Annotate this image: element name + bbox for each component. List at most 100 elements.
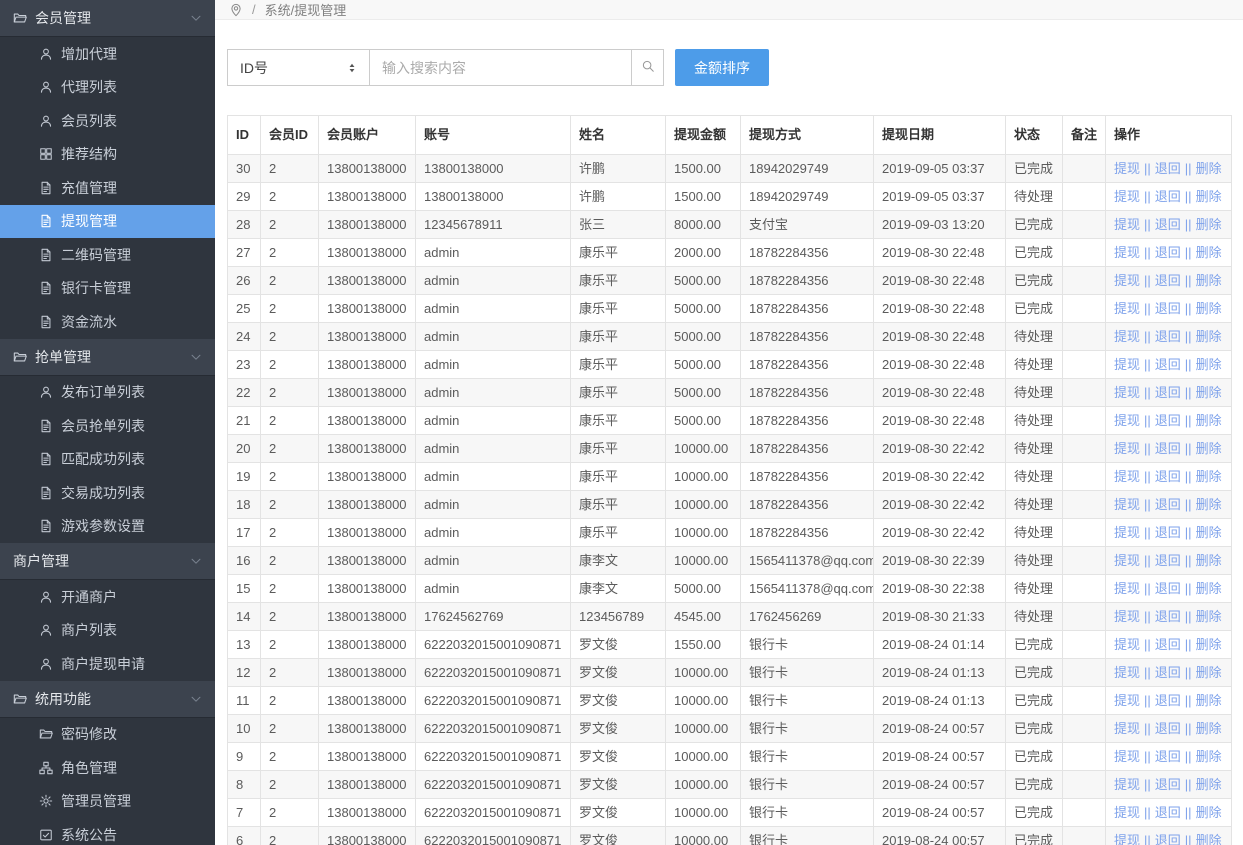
action-delete-link[interactable]: 删除 (1196, 553, 1222, 568)
sidebar-item-member-grab-list[interactable]: 会员抢单列表 (0, 409, 215, 443)
action-return-link[interactable]: 退回 (1155, 357, 1181, 372)
sidebar-item-game-params[interactable]: 游戏参数设置 (0, 510, 215, 544)
sidebar-item-open-merchant[interactable]: 开通商户 (0, 580, 215, 614)
action-delete-link[interactable]: 删除 (1196, 609, 1222, 624)
action-return-link[interactable]: 退回 (1155, 833, 1181, 845)
action-delete-link[interactable]: 删除 (1196, 749, 1222, 764)
action-delete-link[interactable]: 删除 (1196, 273, 1222, 288)
action-return-link[interactable]: 退回 (1155, 245, 1181, 260)
sidebar-section-common-functions[interactable]: 统用功能 (0, 681, 215, 718)
sidebar-item-publish-order-list[interactable]: 发布订单列表 (0, 376, 215, 410)
action-delete-link[interactable]: 删除 (1196, 693, 1222, 708)
sidebar-item-bankcard-mgmt[interactable]: 银行卡管理 (0, 272, 215, 306)
sidebar-item-recharge-mgmt[interactable]: 充值管理 (0, 171, 215, 205)
action-withdraw-link[interactable]: 提现 (1114, 441, 1140, 456)
action-return-link[interactable]: 退回 (1155, 553, 1181, 568)
action-withdraw-link[interactable]: 提现 (1114, 749, 1140, 764)
action-withdraw-link[interactable]: 提现 (1114, 329, 1140, 344)
action-withdraw-link[interactable]: 提现 (1114, 385, 1140, 400)
action-delete-link[interactable]: 删除 (1196, 301, 1222, 316)
action-withdraw-link[interactable]: 提现 (1114, 497, 1140, 512)
sidebar-item-fund-flow[interactable]: 资金流水 (0, 305, 215, 339)
action-delete-link[interactable]: 删除 (1196, 385, 1222, 400)
action-return-link[interactable]: 退回 (1155, 693, 1181, 708)
action-return-link[interactable]: 退回 (1155, 189, 1181, 204)
action-return-link[interactable]: 退回 (1155, 273, 1181, 288)
action-delete-link[interactable]: 删除 (1196, 525, 1222, 540)
sidebar-section-merchant-mgmt[interactable]: 商户管理 (0, 543, 215, 580)
action-withdraw-link[interactable]: 提现 (1114, 581, 1140, 596)
action-withdraw-link[interactable]: 提现 (1114, 805, 1140, 820)
sidebar-item-add-agent[interactable]: 增加代理 (0, 37, 215, 71)
action-delete-link[interactable]: 删除 (1196, 805, 1222, 820)
sidebar-section-member-mgmt[interactable]: 会员管理 (0, 0, 215, 37)
sidebar-item-referral-structure[interactable]: 推荐结构 (0, 138, 215, 172)
action-return-link[interactable]: 退回 (1155, 469, 1181, 484)
action-delete-link[interactable]: 删除 (1196, 161, 1222, 176)
action-withdraw-link[interactable]: 提现 (1114, 161, 1140, 176)
action-withdraw-link[interactable]: 提现 (1114, 721, 1140, 736)
action-return-link[interactable]: 退回 (1155, 721, 1181, 736)
action-withdraw-link[interactable]: 提现 (1114, 189, 1140, 204)
action-withdraw-link[interactable]: 提现 (1114, 469, 1140, 484)
sidebar-item-trade-success-list[interactable]: 交易成功列表 (0, 476, 215, 510)
action-withdraw-link[interactable]: 提现 (1114, 665, 1140, 680)
action-withdraw-link[interactable]: 提现 (1114, 553, 1140, 568)
action-return-link[interactable]: 退回 (1155, 665, 1181, 680)
action-withdraw-link[interactable]: 提现 (1114, 217, 1140, 232)
action-return-link[interactable]: 退回 (1155, 217, 1181, 232)
action-return-link[interactable]: 退回 (1155, 497, 1181, 512)
sidebar-item-match-success-list[interactable]: 匹配成功列表 (0, 443, 215, 477)
action-withdraw-link[interactable]: 提现 (1114, 301, 1140, 316)
sidebar-item-system-notice[interactable]: 系统公告 (0, 818, 215, 845)
search-button[interactable] (632, 49, 664, 86)
sidebar-item-role-mgmt[interactable]: 角色管理 (0, 751, 215, 785)
action-return-link[interactable]: 退回 (1155, 301, 1181, 316)
action-delete-link[interactable]: 删除 (1196, 329, 1222, 344)
action-withdraw-link[interactable]: 提现 (1114, 525, 1140, 540)
action-return-link[interactable]: 退回 (1155, 805, 1181, 820)
action-withdraw-link[interactable]: 提现 (1114, 245, 1140, 260)
action-withdraw-link[interactable]: 提现 (1114, 777, 1140, 792)
action-delete-link[interactable]: 删除 (1196, 357, 1222, 372)
action-delete-link[interactable]: 删除 (1196, 217, 1222, 232)
action-delete-link[interactable]: 删除 (1196, 413, 1222, 428)
action-return-link[interactable]: 退回 (1155, 329, 1181, 344)
search-input[interactable] (370, 49, 632, 86)
sidebar-item-member-list[interactable]: 会员列表 (0, 104, 215, 138)
action-delete-link[interactable]: 删除 (1196, 777, 1222, 792)
action-return-link[interactable]: 退回 (1155, 581, 1181, 596)
action-delete-link[interactable]: 删除 (1196, 721, 1222, 736)
sidebar-item-merchant-withdraw-apply[interactable]: 商户提现申请 (0, 647, 215, 681)
action-delete-link[interactable]: 删除 (1196, 469, 1222, 484)
sidebar-item-merchant-list[interactable]: 商户列表 (0, 614, 215, 648)
action-delete-link[interactable]: 删除 (1196, 833, 1222, 845)
search-field-select[interactable]: ID号 (227, 49, 370, 86)
action-withdraw-link[interactable]: 提现 (1114, 413, 1140, 428)
action-withdraw-link[interactable]: 提现 (1114, 609, 1140, 624)
action-delete-link[interactable]: 删除 (1196, 581, 1222, 596)
action-return-link[interactable]: 退回 (1155, 777, 1181, 792)
action-withdraw-link[interactable]: 提现 (1114, 693, 1140, 708)
sidebar-section-grab-mgmt[interactable]: 抢单管理 (0, 339, 215, 376)
action-return-link[interactable]: 退回 (1155, 609, 1181, 624)
sidebar-item-qrcode-mgmt[interactable]: 二维码管理 (0, 238, 215, 272)
amount-sort-button[interactable]: 金额排序 (675, 49, 769, 86)
action-withdraw-link[interactable]: 提现 (1114, 637, 1140, 652)
action-return-link[interactable]: 退回 (1155, 413, 1181, 428)
action-withdraw-link[interactable]: 提现 (1114, 273, 1140, 288)
action-delete-link[interactable]: 删除 (1196, 441, 1222, 456)
action-delete-link[interactable]: 删除 (1196, 637, 1222, 652)
action-return-link[interactable]: 退回 (1155, 441, 1181, 456)
sidebar-item-agent-list[interactable]: 代理列表 (0, 71, 215, 105)
sidebar-item-withdraw-mgmt[interactable]: 提现管理 (0, 205, 215, 239)
action-withdraw-link[interactable]: 提现 (1114, 357, 1140, 372)
action-return-link[interactable]: 退回 (1155, 749, 1181, 764)
action-return-link[interactable]: 退回 (1155, 525, 1181, 540)
sidebar-item-admin-mgmt[interactable]: 管理员管理 (0, 785, 215, 819)
action-delete-link[interactable]: 删除 (1196, 665, 1222, 680)
action-delete-link[interactable]: 删除 (1196, 497, 1222, 512)
action-withdraw-link[interactable]: 提现 (1114, 833, 1140, 845)
action-return-link[interactable]: 退回 (1155, 385, 1181, 400)
action-return-link[interactable]: 退回 (1155, 161, 1181, 176)
